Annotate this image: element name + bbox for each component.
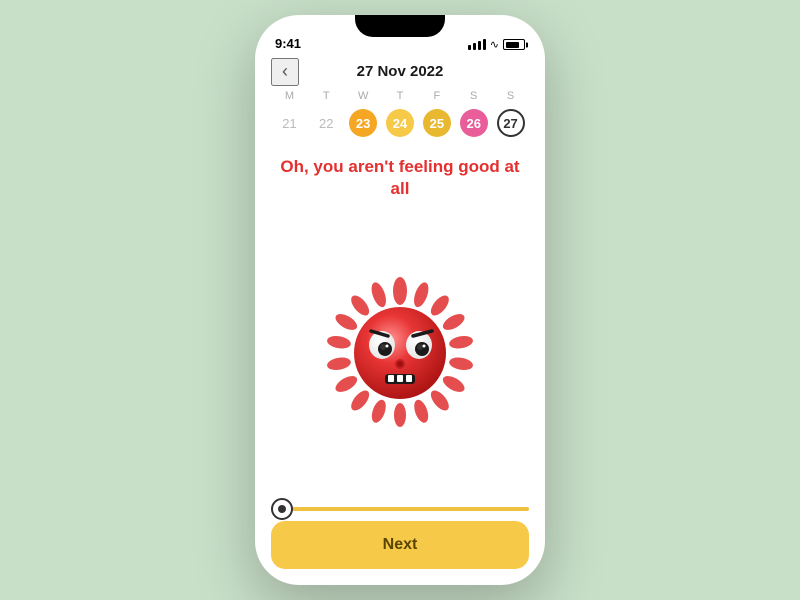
day-s2: S — [492, 90, 529, 102]
date-26[interactable]: 26 — [455, 108, 492, 138]
date-25[interactable]: 25 — [418, 108, 455, 138]
mood-text: Oh, you aren't feeling good at all — [271, 156, 529, 200]
wifi-icon: ∿ — [490, 38, 499, 51]
date-21[interactable]: 21 — [271, 108, 308, 138]
slider-track — [271, 507, 529, 511]
calendar-dates: 21 22 23 24 25 26 27 — [271, 108, 529, 138]
day-s1: S — [455, 90, 492, 102]
day-w: W — [345, 90, 382, 102]
calendar: M T W T F S S 21 22 23 24 25 26 27 — [271, 90, 529, 138]
calendar-header: ‹ 27 Nov 2022 — [271, 57, 529, 90]
slider-thumb[interactable] — [271, 498, 293, 520]
header-title: 27 Nov 2022 — [357, 63, 444, 80]
notch — [355, 15, 445, 37]
day-t2: T — [382, 90, 419, 102]
date-24[interactable]: 24 — [382, 108, 419, 138]
monster-character — [320, 273, 480, 433]
date-22[interactable]: 22 — [308, 108, 345, 138]
battery-icon — [503, 39, 525, 50]
next-button[interactable]: Next — [271, 521, 529, 569]
day-f: F — [418, 90, 455, 102]
mood-slider[interactable] — [271, 503, 529, 521]
slider-thumb-dot — [278, 505, 286, 513]
day-m: M — [271, 90, 308, 102]
day-t1: T — [308, 90, 345, 102]
phone-frame: 9:41 ∿ ‹ 27 Nov 2022 M T W — [255, 15, 545, 585]
signal-icon — [468, 39, 486, 50]
main-content: ‹ 27 Nov 2022 M T W T F S S 21 22 23 24 … — [255, 57, 545, 585]
status-time: 9:41 — [275, 36, 301, 51]
monster-container — [271, 210, 529, 495]
back-button[interactable]: ‹ — [271, 58, 299, 86]
date-27[interactable]: 27 — [492, 108, 529, 138]
date-23[interactable]: 23 — [345, 108, 382, 138]
status-icons: ∿ — [468, 38, 525, 51]
calendar-days-header: M T W T F S S — [271, 90, 529, 102]
